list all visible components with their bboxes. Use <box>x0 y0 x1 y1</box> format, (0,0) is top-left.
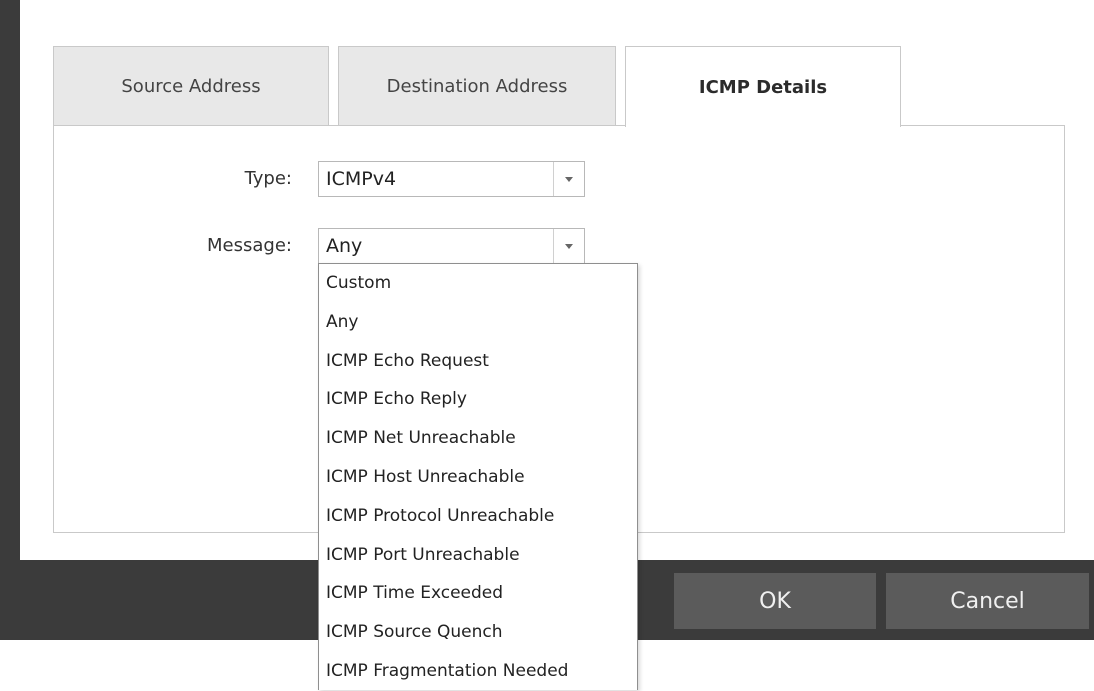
tab-label: Source Address <box>121 75 261 97</box>
tab-source-address[interactable]: Source Address <box>53 46 329 126</box>
message-label: Message: <box>207 235 292 256</box>
message-select[interactable]: Any <box>318 228 585 264</box>
type-select-value: ICMPv4 <box>326 168 397 190</box>
tab-label: ICMP Details <box>698 76 828 98</box>
dropdown-option[interactable]: Custom <box>319 264 637 303</box>
window-left-edge <box>0 0 20 560</box>
ok-button[interactable]: OK <box>674 573 876 629</box>
type-select[interactable]: ICMPv4 <box>318 161 585 197</box>
tab-label: Destination Address <box>386 75 568 97</box>
dropdown-option[interactable]: ICMP Echo Request <box>319 342 637 381</box>
dropdown-option[interactable]: Any <box>319 303 637 342</box>
tab-icmp-details[interactable]: ICMP Details <box>625 46 901 127</box>
dropdown-option[interactable]: ICMP Time Exceeded <box>319 574 637 613</box>
dropdown-option[interactable]: ICMP Echo Reply <box>319 380 637 419</box>
dropdown-option[interactable]: ICMP Host Unreachable <box>319 458 637 497</box>
dropdown-option[interactable]: ICMP Protocol Unreachable <box>319 497 637 536</box>
type-select-toggle[interactable] <box>553 162 584 196</box>
message-select-value: Any <box>326 235 363 257</box>
chevron-down-icon <box>565 176 573 182</box>
dropdown-option[interactable]: ICMP Fragmentation Needed <box>319 652 637 691</box>
dropdown-option[interactable]: ICMP Source Quench <box>319 613 637 652</box>
cancel-button[interactable]: Cancel <box>886 573 1089 629</box>
dropdown-option[interactable]: ICMP Port Unreachable <box>319 536 637 575</box>
message-select-toggle[interactable] <box>553 229 584 263</box>
chevron-down-icon <box>565 243 573 249</box>
dropdown-option[interactable]: ICMP Net Unreachable <box>319 419 637 458</box>
tab-destination-address[interactable]: Destination Address <box>338 46 616 126</box>
message-dropdown-list[interactable]: Custom Any ICMP Echo Request ICMP Echo R… <box>318 263 638 690</box>
type-label: Type: <box>244 168 292 189</box>
